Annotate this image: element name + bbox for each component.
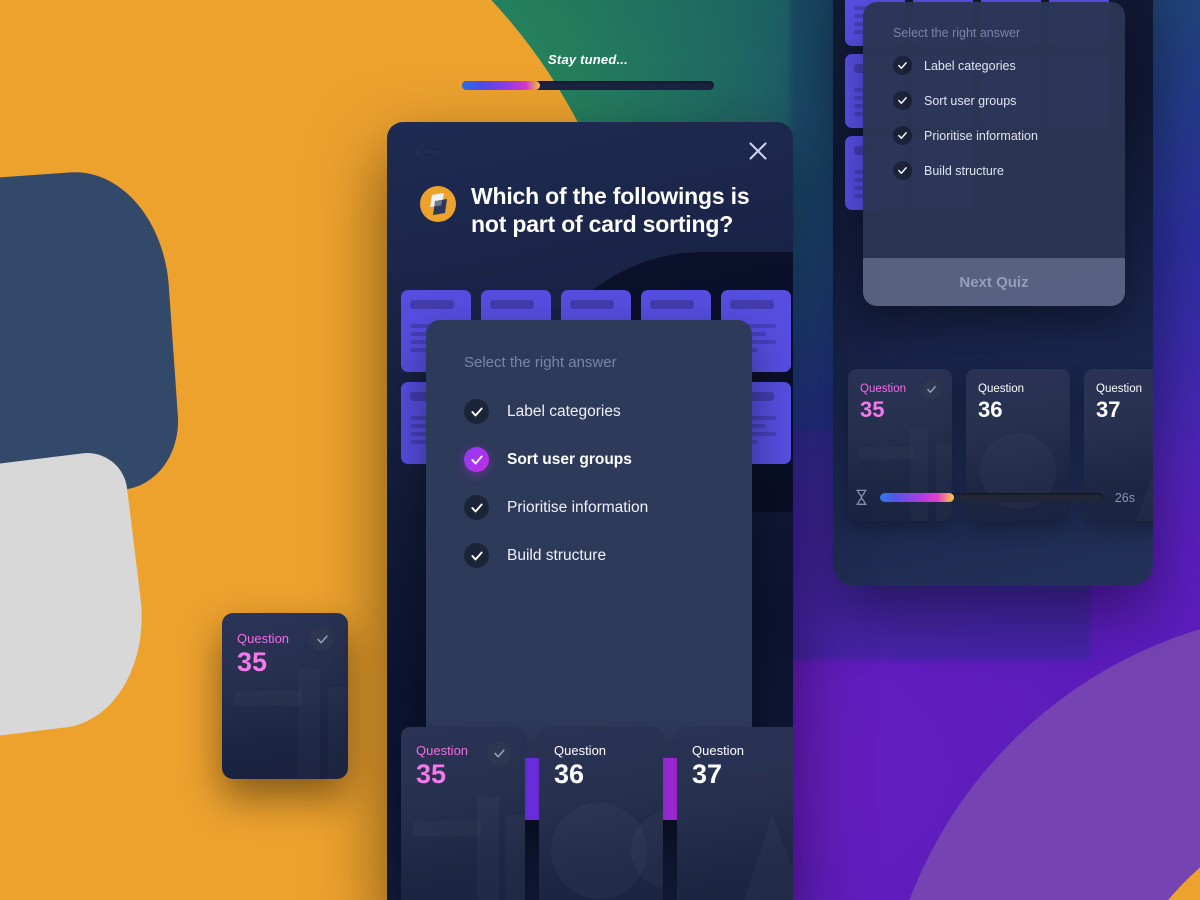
floating-question-card[interactable]: Question 35 bbox=[222, 613, 348, 779]
rp-answer-option[interactable]: Sort user groups bbox=[893, 91, 1125, 110]
card-decoration bbox=[539, 797, 663, 900]
rp-card-number: 37 bbox=[1096, 397, 1121, 422]
rp-timer-remaining: 26s bbox=[1114, 490, 1135, 505]
check-icon bbox=[464, 543, 489, 568]
rp-timer-fill bbox=[880, 493, 954, 502]
card-number: 35 bbox=[416, 759, 447, 789]
app-canvas: Stay tuned... Select the right answer La… bbox=[0, 0, 1200, 900]
card-number: 36 bbox=[554, 759, 585, 789]
card-decoration bbox=[966, 429, 1070, 521]
answer-label: Sort user groups bbox=[507, 450, 632, 468]
answer-option[interactable]: Prioritise information bbox=[464, 495, 752, 520]
question-card[interactable]: Question 35 bbox=[401, 727, 525, 900]
rp-sheet-prompt: Select the right answer bbox=[893, 26, 1021, 40]
rp-timer: 26s bbox=[855, 489, 1135, 506]
rp-answer-option[interactable]: Prioritise information bbox=[893, 126, 1125, 145]
check-icon bbox=[464, 495, 489, 520]
rp-timer-track bbox=[880, 493, 1103, 502]
check-icon bbox=[893, 91, 912, 110]
modal-header: Which of the followings is not part of c… bbox=[420, 182, 760, 238]
completed-check-icon bbox=[310, 627, 334, 651]
answer-option-selected[interactable]: Sort user groups bbox=[464, 447, 752, 472]
status-message: Stay tuned... bbox=[548, 52, 628, 67]
answer-label: Prioritise information bbox=[507, 498, 649, 516]
check-icon bbox=[893, 161, 912, 180]
answer-list: Label categories Sort user groups Priori… bbox=[426, 371, 752, 758]
question-card[interactable]: Question 37 bbox=[677, 727, 793, 900]
card-label: Question bbox=[554, 743, 607, 758]
floating-card-number: 35 bbox=[237, 647, 268, 677]
check-icon bbox=[464, 399, 489, 424]
rp-next-quiz-button[interactable]: Next Quiz bbox=[863, 258, 1125, 306]
rp-card-number: 36 bbox=[978, 397, 1003, 422]
answer-sheet-prompt: Select the right answer bbox=[464, 354, 617, 371]
status-progress-fill bbox=[462, 81, 541, 90]
answer-option[interactable]: Build structure bbox=[464, 543, 752, 568]
rp-answer-label: Sort user groups bbox=[924, 93, 1017, 108]
card-decoration bbox=[848, 429, 952, 521]
check-icon bbox=[893, 126, 912, 145]
completed-check-icon bbox=[487, 741, 511, 765]
card-number: 37 bbox=[692, 759, 723, 789]
answer-option[interactable]: Label categories bbox=[464, 399, 752, 424]
card-label: Question bbox=[692, 743, 745, 758]
question-card-list: Question 35 Question 36 Question 37 bbox=[401, 727, 793, 900]
card-decoration bbox=[222, 669, 348, 779]
card-label: Question bbox=[416, 743, 469, 758]
rp-card-label: Question bbox=[1096, 383, 1143, 395]
rp-answer-sheet: Select the right answer Label categories… bbox=[863, 2, 1125, 306]
completed-check-icon bbox=[922, 380, 941, 399]
answer-label: Label categories bbox=[507, 402, 621, 420]
rp-card-number: 35 bbox=[860, 397, 885, 422]
rp-answer-option[interactable]: Label categories bbox=[893, 56, 1125, 75]
rp-answer-option[interactable]: Build structure bbox=[893, 161, 1125, 180]
quiz-modal: Which of the followings is not part of c… bbox=[387, 122, 793, 900]
question-card[interactable]: Question 36 bbox=[539, 727, 663, 900]
back-arrow-icon[interactable] bbox=[413, 142, 439, 162]
check-icon bbox=[893, 56, 912, 75]
check-icon bbox=[464, 447, 489, 472]
card-decoration bbox=[1084, 429, 1153, 521]
card-decoration bbox=[401, 797, 525, 900]
card-sorting-icon bbox=[420, 186, 456, 222]
floating-card-label: Question bbox=[237, 631, 290, 646]
rp-answer-label: Prioritise information bbox=[924, 128, 1038, 143]
rp-answer-label: Label categories bbox=[924, 58, 1016, 73]
rp-card-label: Question bbox=[978, 383, 1025, 395]
status-bar: Stay tuned... bbox=[462, 52, 714, 90]
secondary-quiz-panel: Select the right answer Label categories… bbox=[833, 0, 1153, 586]
answer-label: Build structure bbox=[507, 546, 607, 564]
card-decoration bbox=[677, 797, 793, 900]
question-title: Which of the followings is not part of c… bbox=[471, 183, 750, 237]
modal-toolbar bbox=[387, 122, 793, 184]
status-progress-track bbox=[462, 81, 714, 90]
close-icon[interactable] bbox=[747, 140, 769, 162]
rp-answer-label: Build structure bbox=[924, 163, 1004, 178]
rp-card-label: Question bbox=[860, 383, 907, 395]
rp-answer-list: Label categories Sort user groups Priori… bbox=[863, 40, 1125, 258]
hourglass-icon bbox=[855, 489, 868, 506]
